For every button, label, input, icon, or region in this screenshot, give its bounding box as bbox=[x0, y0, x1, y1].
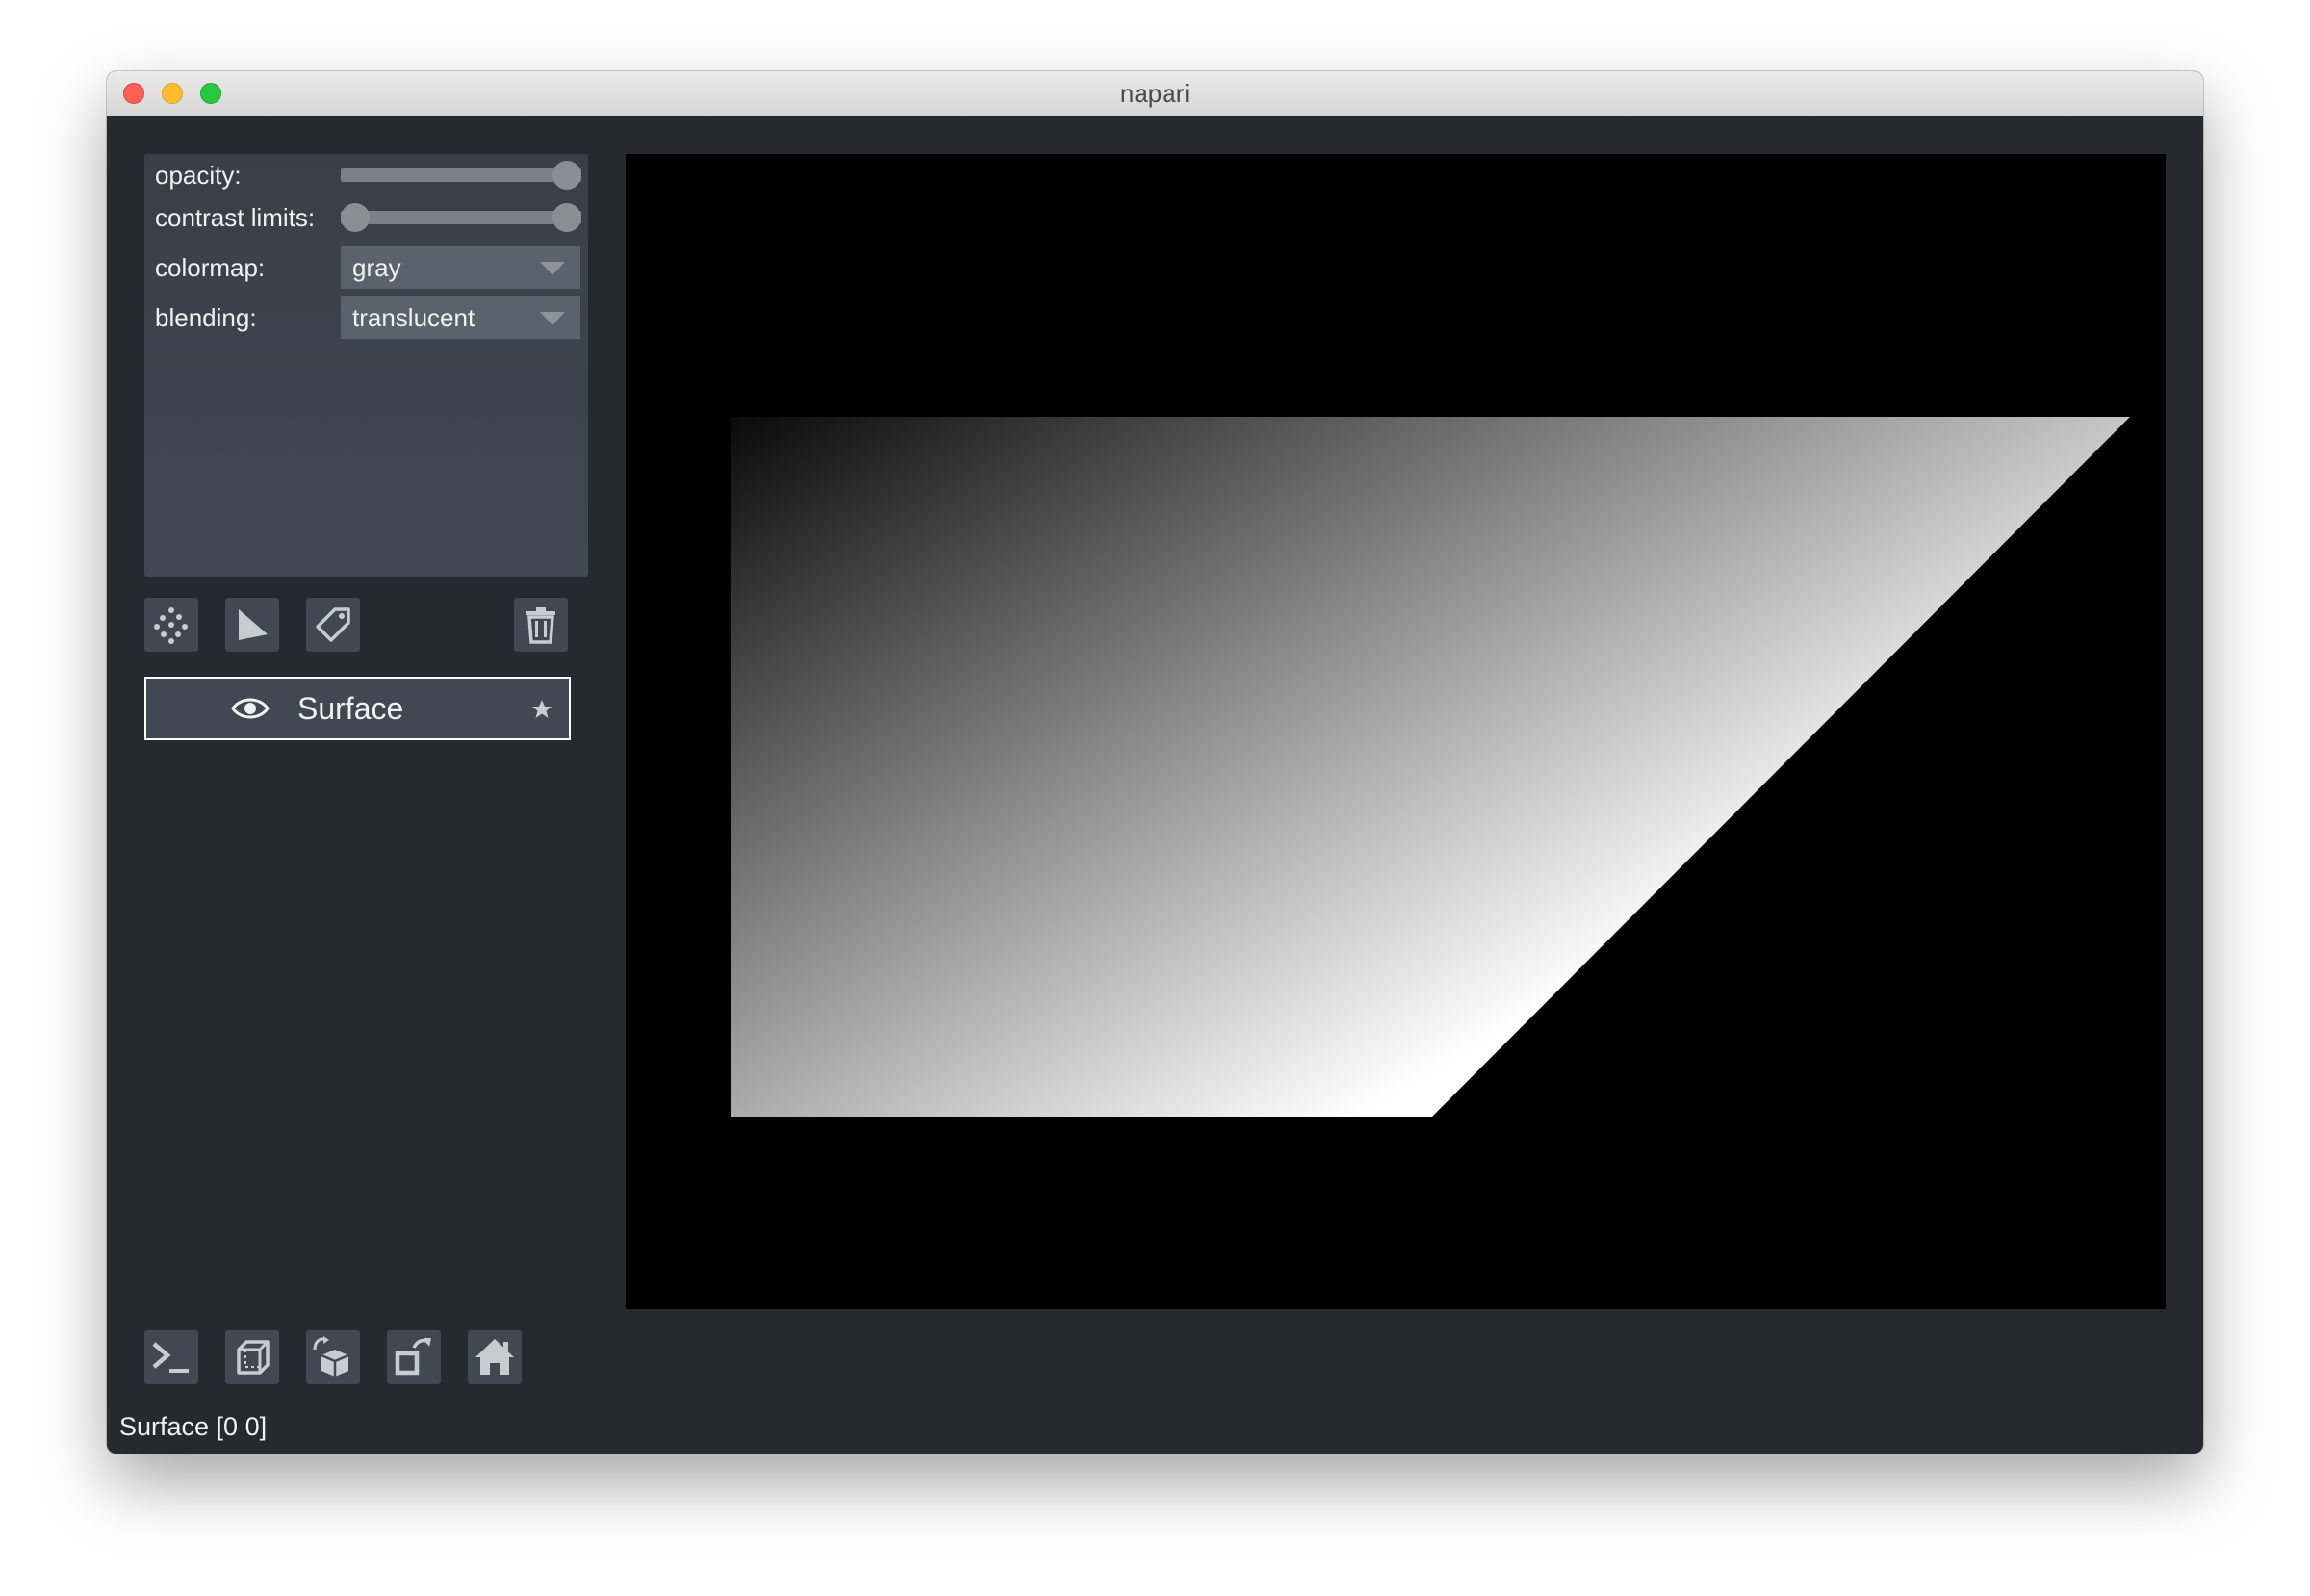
main-content: opacity: contrast limits: colormap: gray bbox=[107, 116, 2203, 1454]
star-icon bbox=[532, 700, 552, 718]
contrast-limits-row: contrast limits: bbox=[155, 196, 581, 239]
colormap-dropdown[interactable]: gray bbox=[341, 246, 580, 289]
viewer-canvas[interactable] bbox=[626, 154, 2166, 1309]
surface-render bbox=[732, 417, 2130, 1117]
ndisplay-icon bbox=[237, 1340, 270, 1375]
blending-value: translucent bbox=[352, 303, 475, 332]
blending-row: blending: translucent bbox=[155, 296, 580, 339]
status-bar: Surface [0 0] bbox=[119, 1412, 268, 1441]
console-icon bbox=[152, 1342, 189, 1373]
home-button[interactable] bbox=[468, 1330, 522, 1384]
napari-window: napari opacity: contrast limits: colorma… bbox=[107, 71, 2203, 1454]
colormap-label: colormap: bbox=[155, 253, 266, 282]
layer-item-surface[interactable]: Surface bbox=[144, 677, 571, 740]
roll-dims-icon bbox=[313, 1336, 349, 1377]
new-labels-icon bbox=[316, 607, 350, 642]
opacity-row: opacity: bbox=[155, 154, 581, 196]
new-shapes-icon bbox=[239, 609, 268, 640]
contrast-limits-slider[interactable] bbox=[341, 203, 581, 232]
chevron-down-icon bbox=[540, 312, 565, 325]
colormap-row: colormap: gray bbox=[155, 246, 580, 289]
delete-layer-icon bbox=[526, 607, 555, 644]
transpose-dims-button[interactable] bbox=[387, 1330, 441, 1384]
home-icon bbox=[475, 1339, 514, 1375]
contrast-limits-label: contrast limits: bbox=[155, 203, 316, 232]
title-bar: napari bbox=[107, 71, 2203, 116]
layer-name: Surface bbox=[297, 691, 404, 726]
new-points-button[interactable] bbox=[144, 598, 198, 652]
blending-label: blending: bbox=[155, 303, 257, 332]
console-button[interactable] bbox=[144, 1330, 198, 1384]
chevron-down-icon bbox=[540, 262, 565, 275]
eye-icon[interactable] bbox=[231, 695, 270, 722]
window-title: napari bbox=[1119, 79, 1191, 108]
contrast-high-handle[interactable] bbox=[552, 203, 581, 232]
opacity-slider-handle[interactable] bbox=[552, 161, 581, 190]
new-points-icon bbox=[154, 607, 188, 644]
blending-dropdown[interactable]: translucent bbox=[341, 296, 580, 339]
opacity-label: opacity: bbox=[155, 161, 242, 190]
colormap-value: gray bbox=[352, 253, 401, 282]
contrast-low-handle[interactable] bbox=[341, 203, 370, 232]
delete-layer-button[interactable] bbox=[514, 598, 568, 652]
opacity-slider[interactable] bbox=[341, 161, 581, 190]
ndisplay-button[interactable] bbox=[225, 1330, 279, 1384]
new-labels-button[interactable] bbox=[306, 598, 360, 652]
roll-dims-button[interactable] bbox=[306, 1330, 360, 1384]
transpose-dims-icon bbox=[395, 1338, 431, 1376]
layer-controls-panel: opacity: contrast limits: colormap: gray bbox=[144, 154, 588, 577]
new-shapes-button[interactable] bbox=[225, 598, 279, 652]
surface-mesh bbox=[732, 417, 2130, 1117]
